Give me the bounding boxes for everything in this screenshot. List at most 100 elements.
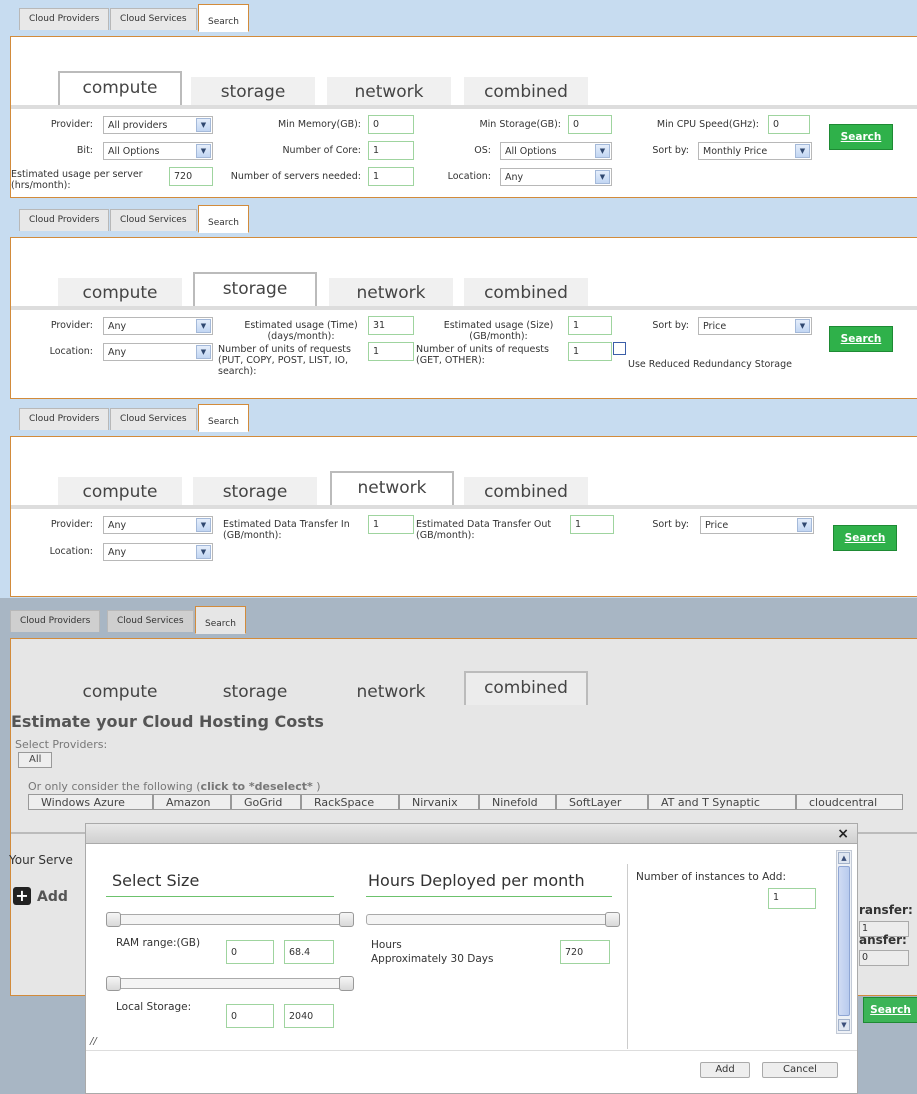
dialog-titlebar[interactable]: × <box>85 823 858 844</box>
size-input[interactable]: 1 <box>568 316 612 335</box>
provider-att-synaptic[interactable]: AT and T Synaptic <box>648 794 796 810</box>
ram-slider-min-handle[interactable] <box>106 912 121 927</box>
subtab-network[interactable]: network <box>329 278 453 308</box>
tab-cloud-services[interactable]: Cloud Services <box>110 8 197 30</box>
subtab-compute[interactable]: compute <box>58 278 182 308</box>
compute-search-button[interactable]: Search <box>829 124 893 150</box>
resize-grip-icon[interactable]: // <box>90 1036 97 1047</box>
storage-slider-max-handle[interactable] <box>339 976 354 991</box>
sort-select[interactable]: Price ▼ <box>700 516 814 534</box>
provider-rackspace[interactable]: RackSpace <box>301 794 399 810</box>
bit-select[interactable]: All Options ▼ <box>103 142 213 160</box>
tab-cloud-providers[interactable]: Cloud Providers <box>19 408 110 430</box>
usage-input[interactable]: 720 <box>169 167 213 186</box>
tab-cloud-providers[interactable]: Cloud Providers <box>19 8 110 30</box>
transfer-out-input[interactable]: 1 <box>570 515 614 534</box>
tab-cloud-providers[interactable]: Cloud Providers <box>10 610 101 632</box>
rrs-checkbox[interactable] <box>613 342 626 355</box>
add-server-icon[interactable]: + <box>13 887 31 905</box>
min-storage-label: Min Storage(GB): <box>479 119 561 130</box>
ram-min-input[interactable]: 0 <box>226 940 274 964</box>
subtab-combined[interactable]: combined <box>464 77 588 107</box>
tab-cloud-services[interactable]: Cloud Services <box>107 610 194 632</box>
provider-softlayer[interactable]: SoftLayer <box>556 794 648 810</box>
scroll-down-icon[interactable]: ▼ <box>838 1019 850 1031</box>
subtab-storage[interactable]: storage <box>193 677 317 707</box>
storage-slider[interactable] <box>106 978 354 989</box>
sort-select[interactable]: Price ▼ <box>698 317 812 335</box>
cores-input[interactable]: 1 <box>368 141 414 160</box>
put-input[interactable]: 1 <box>368 342 414 361</box>
storage-max-input[interactable]: 2040 <box>284 1004 334 1028</box>
transfer-out-input[interactable]: 0 <box>859 950 909 966</box>
provider-label: Provider: <box>50 519 93 530</box>
scroll-up-icon[interactable]: ▲ <box>838 852 850 864</box>
subtab-network[interactable]: network <box>330 471 454 505</box>
subtab-combined[interactable]: combined <box>464 278 588 308</box>
hours-slider-handle[interactable] <box>605 912 620 927</box>
subtab-compute[interactable]: compute <box>58 677 182 707</box>
chevron-down-icon: ▼ <box>795 319 810 333</box>
subtab-compute[interactable]: compute <box>58 71 182 105</box>
chevron-down-icon: ▼ <box>196 144 211 158</box>
ram-slider-max-handle[interactable] <box>339 912 354 927</box>
provider-label: Provider: <box>50 119 93 130</box>
storage-min-input[interactable]: 0 <box>226 1004 274 1028</box>
subtab-combined[interactable]: combined <box>464 477 588 507</box>
provider-windows-azure[interactable]: Windows Azure <box>28 794 153 810</box>
min-memory-input[interactable]: 0 <box>368 115 414 134</box>
provider-amazon[interactable]: Amazon <box>153 794 231 810</box>
bit-label: Bit: <box>76 145 93 156</box>
storage-slider-min-handle[interactable] <box>106 976 121 991</box>
get-input[interactable]: 1 <box>568 342 612 361</box>
hours-input[interactable]: 720 <box>560 940 610 964</box>
tab-search[interactable]: Search <box>198 205 249 233</box>
tab-cloud-services[interactable]: Cloud Services <box>110 408 197 430</box>
location-select[interactable]: Any ▼ <box>103 343 213 361</box>
subtab-storage[interactable]: storage <box>193 272 317 306</box>
subtab-storage[interactable]: storage <box>193 477 317 507</box>
provider-gogrid[interactable]: GoGrid <box>231 794 301 810</box>
dialog-scrollbar[interactable]: ▲ ▼ <box>836 850 852 1034</box>
subtab-network[interactable]: network <box>327 77 451 107</box>
provider-select[interactable]: All providers ▼ <box>103 116 213 134</box>
add-server-label[interactable]: Add <box>37 889 68 905</box>
close-icon[interactable]: × <box>837 826 849 842</box>
tab-search[interactable]: Search <box>195 606 246 634</box>
provider-select[interactable]: Any ▼ <box>103 317 213 335</box>
scroll-thumb[interactable] <box>838 866 850 1016</box>
chevron-down-icon: ▼ <box>595 144 610 158</box>
ram-slider[interactable] <box>106 914 354 925</box>
network-search-button[interactable]: Search <box>833 525 897 551</box>
location-label: Location: <box>49 546 93 557</box>
tab-search[interactable]: Search <box>198 404 249 432</box>
min-cpu-input[interactable]: 0 <box>768 115 810 134</box>
dialog-add-button[interactable]: Add <box>700 1062 750 1078</box>
provider-cloudcentral[interactable]: cloudcentral <box>796 794 903 810</box>
min-storage-input[interactable]: 0 <box>568 115 612 134</box>
tab-search[interactable]: Search <box>198 4 249 32</box>
ram-max-input[interactable]: 68.4 <box>284 940 334 964</box>
location-select[interactable]: Any ▼ <box>500 168 612 186</box>
hours-slider[interactable] <box>366 914 620 925</box>
subtab-network[interactable]: network <box>329 677 453 707</box>
provider-ninefold[interactable]: Ninefold <box>479 794 556 810</box>
all-providers-button[interactable]: All <box>18 752 53 768</box>
subtab-combined[interactable]: combined <box>464 671 588 705</box>
time-input[interactable]: 31 <box>368 316 414 335</box>
provider-select[interactable]: Any ▼ <box>103 516 213 534</box>
instances-input[interactable]: 1 <box>768 888 816 909</box>
tab-cloud-providers[interactable]: Cloud Providers <box>19 209 110 231</box>
subtab-compute[interactable]: compute <box>58 477 182 507</box>
provider-nirvanix[interactable]: Nirvanix <box>399 794 479 810</box>
location-select[interactable]: Any ▼ <box>103 543 213 561</box>
dialog-cancel-button[interactable]: Cancel <box>762 1062 838 1078</box>
subtab-storage[interactable]: storage <box>191 77 315 107</box>
combined-search-button[interactable]: Search <box>863 997 917 1023</box>
servers-input[interactable]: 1 <box>368 167 414 186</box>
transfer-in-input[interactable]: 1 <box>368 515 414 534</box>
storage-search-button[interactable]: Search <box>829 326 893 352</box>
os-select[interactable]: All Options ▼ <box>500 142 612 160</box>
sort-select[interactable]: Monthly Price ▼ <box>698 142 812 160</box>
tab-cloud-services[interactable]: Cloud Services <box>110 209 197 231</box>
